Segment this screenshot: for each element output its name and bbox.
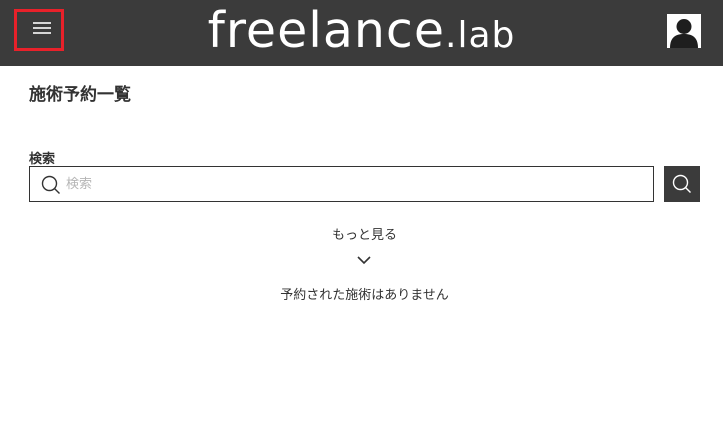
app-header: freelance.lab [0,0,723,66]
logo-main-text: freelance [207,2,446,59]
search-label: 検索 [29,152,56,167]
search-field[interactable] [29,166,654,202]
chevron-down-icon[interactable] [356,251,372,270]
search-icon [672,174,691,193]
search-button[interactable] [664,166,700,202]
logo-sub-text: .lab [445,15,516,56]
search-icon [41,175,61,199]
empty-reservations-message: 予約された施術はありません [280,288,449,303]
search-input[interactable] [66,173,636,195]
app-logo[interactable]: freelance.lab [0,0,723,66]
user-avatar-icon[interactable] [667,14,701,48]
page-title: 施術予約一覧 [29,85,131,105]
show-more-link[interactable]: もっと見る [0,224,723,243]
